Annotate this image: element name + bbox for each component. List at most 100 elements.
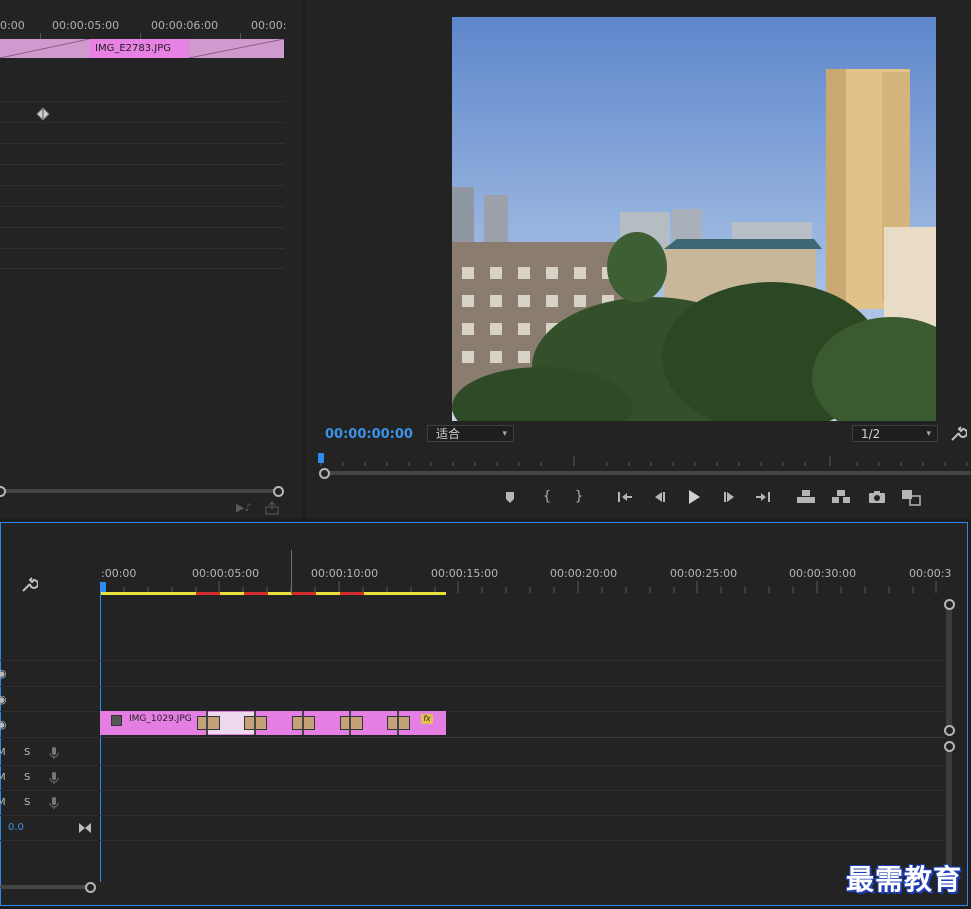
transition-marker[interactable] <box>349 711 351 735</box>
step-back-icon[interactable] <box>648 486 670 508</box>
track-divider <box>100 840 945 841</box>
timeline-ruler-label: 00:00:30:00 <box>789 567 857 580</box>
microphone-icon[interactable] <box>49 745 59 759</box>
timeline-ruler-label: 00:00:3 <box>909 567 952 580</box>
track-divider <box>100 686 945 687</box>
extract-icon[interactable] <box>830 486 852 508</box>
divider <box>0 185 284 186</box>
play-icon[interactable] <box>683 486 705 508</box>
zoom-level-value: 适合 <box>436 427 461 441</box>
solo-button[interactable]: S <box>24 772 30 783</box>
monitor-time-ruler[interactable] <box>317 452 971 468</box>
track-header-divider <box>0 790 99 791</box>
transition-marker[interactable] <box>254 711 256 735</box>
effect-controls-panel <box>0 0 302 518</box>
divider <box>0 248 284 249</box>
chevron-down-icon: ▾ <box>926 429 931 439</box>
timeline-ruler-label: 00:00:20:00 <box>550 567 618 580</box>
add-marker-icon[interactable] <box>499 486 521 508</box>
ec-clip-label: IMG_E2783.JPG <box>89 39 189 58</box>
timeline-ruler-label: 00:00:15:00 <box>431 567 499 580</box>
solo-button[interactable]: S <box>24 797 30 808</box>
timeline-clip-name: IMG_1029.JPG <box>129 714 192 724</box>
mute-button[interactable]: M <box>0 747 6 758</box>
resolution-value: 1/2 <box>861 427 881 441</box>
divider <box>0 122 284 123</box>
comparison-view-icon[interactable] <box>900 486 922 508</box>
monitor-playhead[interactable] <box>318 453 324 463</box>
divider <box>0 206 284 207</box>
eye-icon[interactable]: ◉ <box>0 667 7 680</box>
track-divider <box>100 660 945 661</box>
playback-resolution-select[interactable]: 1/2 ▾ <box>852 425 938 442</box>
track-header-divider <box>0 815 99 816</box>
render-bar-segment <box>244 592 268 595</box>
clip-fx-badge-icon <box>111 715 122 726</box>
ec-ruler-label: 00:00:05:00 <box>52 19 120 32</box>
timeline-ruler-label: 00:00:25:00 <box>670 567 738 580</box>
monitor-zoom-scrollbar[interactable] <box>325 471 971 475</box>
wrench-icon[interactable] <box>949 425 968 443</box>
microphone-icon[interactable] <box>49 770 59 784</box>
timeline-horizontal-scrollbar[interactable] <box>0 885 90 889</box>
watermark: 最需教育 <box>846 863 963 896</box>
video-tracks-scrollbar[interactable] <box>946 604 952 730</box>
timeline-playhead[interactable] <box>100 582 106 592</box>
track-divider <box>100 790 945 791</box>
track-divider <box>100 737 945 738</box>
track-header-divider <box>0 765 99 766</box>
mute-button[interactable]: M <box>0 772 6 783</box>
camera-icon[interactable] <box>866 486 888 508</box>
scroll-handle-bottom[interactable] <box>944 725 955 736</box>
divider <box>0 227 284 228</box>
work-area-bar[interactable] <box>100 592 446 595</box>
solo-button[interactable]: S <box>24 747 30 758</box>
track-divider <box>100 765 945 766</box>
go-to-out-icon[interactable] <box>752 486 774 508</box>
fx-badge[interactable]: fx <box>421 714 433 724</box>
chevron-down-icon: ▾ <box>502 429 507 439</box>
scroll-handle-right[interactable] <box>273 486 284 497</box>
ec-horizontal-scrollbar[interactable] <box>0 489 280 493</box>
export-icon[interactable] <box>265 500 281 515</box>
playhead-timecode[interactable]: 00:00:00:00 <box>325 427 413 442</box>
cursor-marker <box>291 550 292 594</box>
scroll-handle-top[interactable] <box>944 741 955 752</box>
divider <box>0 101 284 102</box>
render-bar-segment <box>292 592 316 595</box>
go-to-in-icon[interactable] <box>614 486 636 508</box>
mark-out-icon[interactable]: } <box>568 486 590 508</box>
zoom-level-select[interactable]: 适合 ▾ <box>427 425 514 442</box>
track-header-divider <box>0 840 99 841</box>
keyframe-icon[interactable] <box>36 106 50 121</box>
ec-ruler-label: 0:00 <box>0 19 25 32</box>
transition-marker[interactable] <box>302 711 304 735</box>
master-volume-value[interactable]: 0.0 <box>8 822 24 833</box>
divider <box>0 268 284 269</box>
scroll-handle-top[interactable] <box>944 599 955 610</box>
eye-icon[interactable]: ◉ <box>0 718 7 731</box>
microphone-icon[interactable] <box>49 795 59 809</box>
track-header-divider <box>0 737 99 738</box>
step-forward-icon[interactable] <box>719 486 741 508</box>
transition-marker[interactable] <box>206 711 208 735</box>
divider <box>0 143 284 144</box>
timeline-ruler-label: :00:00 <box>101 567 137 580</box>
wrench-icon[interactable] <box>20 576 39 594</box>
eye-icon[interactable]: ◉ <box>0 693 7 706</box>
ec-ruler-label: 00:00: <box>251 19 287 32</box>
track-header-divider <box>0 711 99 712</box>
filter-icon[interactable]: ▶♪ <box>236 501 252 515</box>
program-monitor-frame <box>452 17 936 421</box>
scroll-handle-right[interactable] <box>85 882 96 893</box>
scroll-handle-left[interactable] <box>319 468 330 479</box>
transition-marker[interactable] <box>397 711 399 735</box>
track-header-divider <box>0 686 99 687</box>
timeline-ruler-label: 00:00:10:00 <box>311 567 379 580</box>
mute-button[interactable]: M <box>0 797 6 808</box>
divider <box>0 164 284 165</box>
master-track-icon[interactable] <box>79 818 91 833</box>
render-bar-segment <box>340 592 364 595</box>
lift-icon[interactable] <box>795 486 817 508</box>
mark-in-icon[interactable]: { <box>536 486 558 508</box>
